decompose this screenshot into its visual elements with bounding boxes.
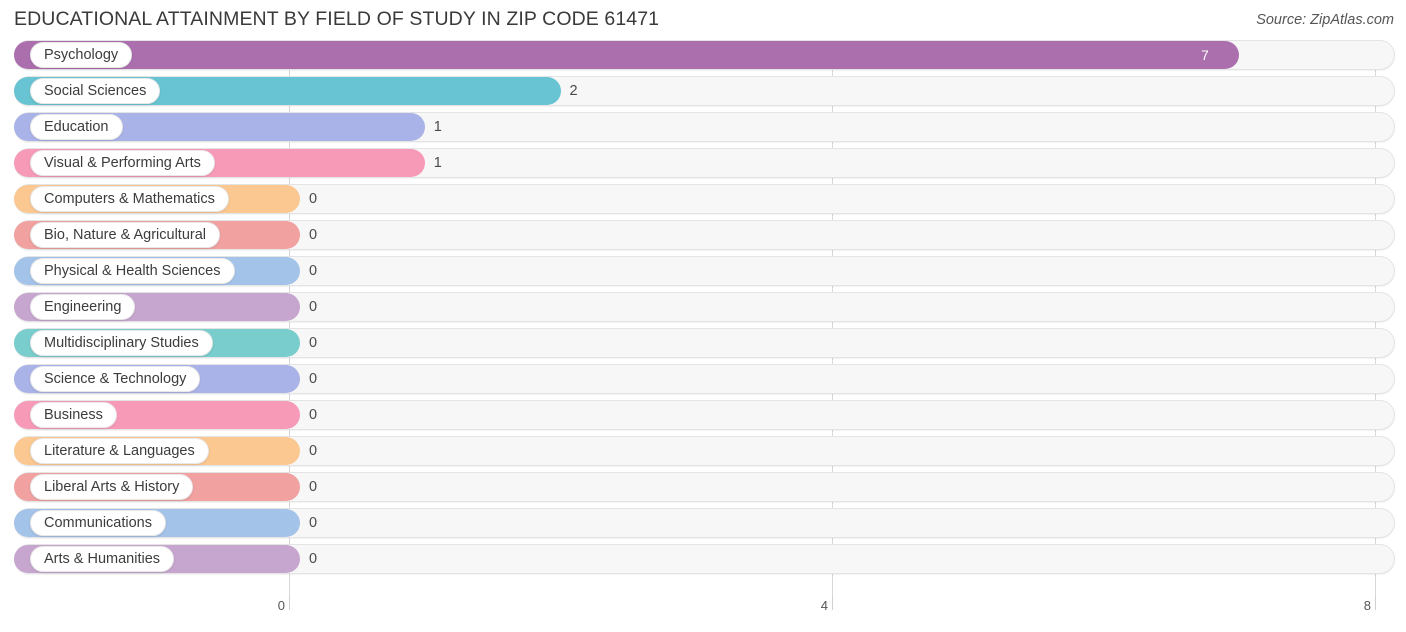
bar-value-label: 0 (309, 191, 318, 207)
category-label: Education (44, 118, 109, 135)
bar-value-label: 0 (309, 227, 318, 243)
bar-rows: Psychology 7 Social Sciences 2 Education 1 Vis… (0, 40, 1406, 580)
bar-row[interactable]: Liberal Arts & History 0 (0, 472, 1406, 502)
category-label-pill: Literature & Languages (30, 438, 209, 464)
bar-row[interactable]: Science & Technology 0 (0, 364, 1406, 394)
bar-row[interactable]: Physical & Health Sciences 0 (0, 256, 1406, 286)
bar-fill (14, 41, 1240, 69)
category-label-pill: Education (30, 114, 123, 140)
category-label-pill: Liberal Arts & History (30, 474, 194, 500)
bar-value-label: 0 (309, 479, 318, 495)
bar-value-label: 1 (433, 119, 442, 135)
bar-value-label: 7 (1201, 47, 1209, 63)
category-label: Bio, Nature & Agricultural (44, 226, 206, 243)
category-label: Computers & Mathematics (44, 190, 215, 207)
bar-row[interactable]: Engineering 0 (0, 292, 1406, 322)
category-label: Communications (44, 514, 152, 531)
category-label-pill: Business (30, 402, 117, 428)
category-label-pill: Science & Technology (30, 366, 201, 392)
page-title: EDUCATIONAL ATTAINMENT BY FIELD OF STUDY… (14, 8, 660, 30)
bar-row[interactable]: Social Sciences 2 (0, 76, 1406, 106)
x-tick-mark (1375, 596, 1376, 610)
category-label-pill: Social Sciences (30, 78, 161, 104)
bar-value-label: 2 (569, 83, 578, 99)
category-label: Physical & Health Sciences (44, 262, 221, 279)
bar-value-label: 1 (433, 155, 442, 171)
bar-row[interactable]: Bio, Nature & Agricultural 0 (0, 220, 1406, 250)
category-label: Business (44, 406, 103, 423)
category-label-pill: Multidisciplinary Studies (30, 330, 213, 356)
category-label: Arts & Humanities (44, 550, 161, 567)
bar-value-label: 0 (309, 371, 318, 387)
category-label: Social Sciences (44, 82, 147, 99)
bar-value-label: 0 (309, 299, 318, 315)
category-label: Visual & Performing Arts (44, 154, 201, 171)
x-tick-label: 0 (277, 598, 285, 613)
bar-value-label: 0 (309, 407, 318, 423)
category-label-pill: Visual & Performing Arts (30, 150, 215, 176)
bar-row[interactable]: Visual & Performing Arts 1 (0, 148, 1406, 178)
bar-row[interactable]: Psychology 7 (0, 40, 1406, 70)
category-label: Psychology (44, 46, 119, 63)
bar-value-label: 0 (309, 551, 318, 567)
bar-row[interactable]: Literature & Languages 0 (0, 436, 1406, 466)
bar-value-label: 0 (309, 335, 318, 351)
x-axis: 0 4 8 (0, 596, 1406, 632)
bar-row[interactable]: Multidisciplinary Studies 0 (0, 328, 1406, 358)
category-label-pill: Communications (30, 510, 166, 536)
category-label: Literature & Languages (44, 442, 195, 459)
category-label-pill: Engineering (30, 294, 136, 320)
bar-row[interactable]: Business 0 (0, 400, 1406, 430)
category-label: Liberal Arts & History (44, 478, 180, 495)
x-tick-mark (289, 596, 290, 610)
category-label: Science & Technology (44, 370, 187, 387)
x-tick-label: 4 (820, 598, 828, 613)
category-label-pill: Arts & Humanities (30, 546, 175, 572)
bar-value-label: 0 (309, 263, 318, 279)
category-label-pill: Computers & Mathematics (30, 186, 229, 212)
source-attribution: Source: ZipAtlas.com (1256, 12, 1394, 28)
category-label-pill: Psychology (30, 42, 133, 68)
category-label-pill: Physical & Health Sciences (30, 258, 235, 284)
category-label: Multidisciplinary Studies (44, 334, 199, 351)
x-tick-mark (832, 596, 833, 610)
bar-row[interactable]: Education 1 (0, 112, 1406, 142)
x-tick-label: 8 (1363, 598, 1371, 613)
category-label: Engineering (44, 298, 122, 315)
bar-row[interactable]: Computers & Mathematics 0 (0, 184, 1406, 214)
chart-header: EDUCATIONAL ATTAINMENT BY FIELD OF STUDY… (0, 0, 1406, 40)
bar-value-label: 0 (309, 515, 318, 531)
bar-row[interactable]: Arts & Humanities 0 (0, 544, 1406, 574)
chart-plot-area: Psychology 7 Social Sciences 2 Education 1 Vis… (0, 40, 1406, 596)
bar-value-label: 0 (309, 443, 318, 459)
bar-row[interactable]: Communications 0 (0, 508, 1406, 538)
category-label-pill: Bio, Nature & Agricultural (30, 222, 220, 248)
